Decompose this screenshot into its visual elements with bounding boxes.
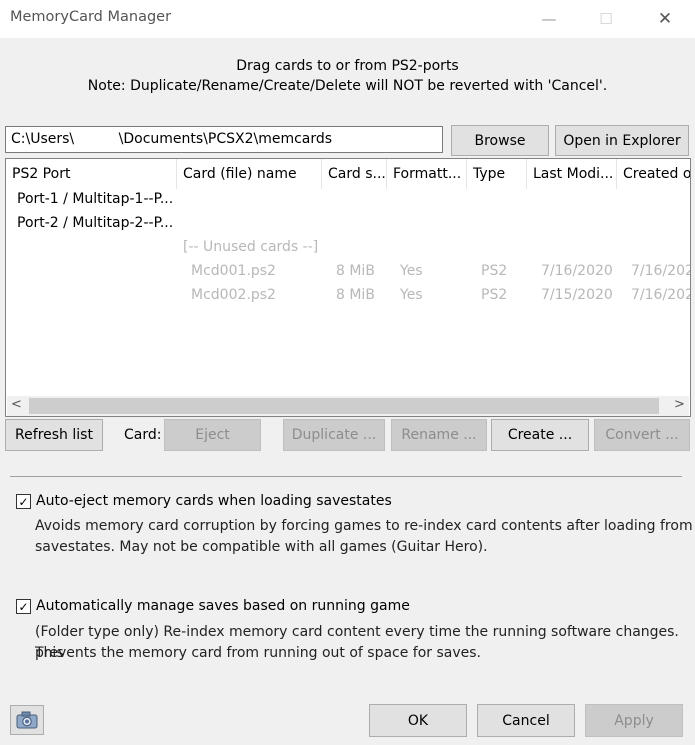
- card-actions-label: Card:: [124, 427, 162, 443]
- minimize-button[interactable]: —: [526, 0, 572, 38]
- memcard-list[interactable]: PS2 Port Card (file) name Card s... Form…: [5, 158, 691, 417]
- open-in-explorer-button[interactable]: Open in Explorer: [555, 125, 689, 156]
- card-created: 7/16/202: [631, 263, 691, 279]
- check-icon: ✓: [18, 494, 29, 509]
- card-modified: 7/16/2020: [541, 263, 613, 279]
- auto-eject-description-1: Avoids memory card corruption by forcing…: [35, 518, 693, 534]
- auto-eject-checkbox[interactable]: ✓: [16, 494, 31, 509]
- scroll-left-icon[interactable]: <: [11, 397, 22, 412]
- convert-button[interactable]: Convert ...: [594, 419, 690, 451]
- card-type: PS2: [481, 263, 508, 279]
- port-row-2[interactable]: Port-2 / Multitap-2--P...: [17, 215, 173, 231]
- close-button[interactable]: ✕: [642, 0, 688, 38]
- auto-manage-label[interactable]: Automatically manage saves based on runn…: [36, 598, 410, 614]
- column-header-last-modified[interactable]: Last Modi...: [527, 159, 617, 189]
- create-button[interactable]: Create ...: [491, 419, 589, 451]
- horizontal-scrollbar[interactable]: < >: [7, 396, 689, 416]
- scroll-right-icon[interactable]: >: [674, 397, 685, 412]
- card-type: PS2: [481, 287, 508, 303]
- scrollbar-thumb[interactable]: [29, 398, 659, 414]
- cancel-button[interactable]: Cancel: [477, 704, 575, 737]
- card-name: Mcd001.ps2: [191, 263, 276, 279]
- card-created: 7/16/202: [631, 287, 691, 303]
- card-name: Mcd002.ps2: [191, 287, 276, 303]
- instruction-line-2: Note: Duplicate/Rename/Create/Delete wil…: [87, 78, 608, 94]
- apply-button[interactable]: Apply: [585, 704, 683, 737]
- auto-eject-description-2: savestates. May not be compatible with a…: [35, 539, 488, 555]
- column-header-ps2-port[interactable]: PS2 Port: [6, 159, 177, 189]
- camera-icon[interactable]: [10, 705, 44, 735]
- memcard-path-input[interactable]: C:\Users\ \Documents\PCSX2\memcards: [5, 126, 443, 153]
- browse-button[interactable]: Browse: [451, 125, 549, 156]
- card-formatted: Yes: [400, 263, 423, 279]
- column-header-card-name[interactable]: Card (file) name: [177, 159, 322, 189]
- refresh-list-button[interactable]: Refresh list: [5, 419, 103, 451]
- duplicate-button[interactable]: Duplicate ...: [283, 419, 385, 451]
- card-formatted: Yes: [400, 287, 423, 303]
- maximize-button[interactable]: ☐: [583, 0, 629, 38]
- check-icon: ✓: [18, 599, 29, 614]
- card-size: 8 MiB: [336, 263, 375, 279]
- window-title: MemoryCard Manager: [10, 9, 172, 25]
- rename-button[interactable]: Rename ...: [391, 419, 487, 451]
- column-header-card-size[interactable]: Card s...: [322, 159, 387, 189]
- eject-button[interactable]: Eject: [164, 419, 261, 451]
- instruction-line-1: Drag cards to or from PS2-ports: [236, 58, 459, 74]
- auto-manage-description-2: prevents the memory card from running ou…: [35, 645, 482, 661]
- column-header-type[interactable]: Type: [467, 159, 527, 189]
- ok-button[interactable]: OK: [369, 704, 467, 737]
- column-header-formatted[interactable]: Formatt...: [387, 159, 467, 189]
- auto-eject-label[interactable]: Auto-eject memory cards when loading sav…: [36, 493, 392, 509]
- divider: [10, 476, 682, 477]
- card-modified: 7/15/2020: [541, 287, 613, 303]
- list-header: PS2 Port Card (file) name Card s... Form…: [6, 159, 690, 189]
- auto-manage-checkbox[interactable]: ✓: [16, 599, 31, 614]
- port-row-1[interactable]: Port-1 / Multitap-1--P...: [17, 191, 173, 207]
- unused-cards-label: [-- Unused cards --]: [183, 239, 319, 255]
- column-header-created[interactable]: Created or: [617, 159, 690, 189]
- card-size: 8 MiB: [336, 287, 375, 303]
